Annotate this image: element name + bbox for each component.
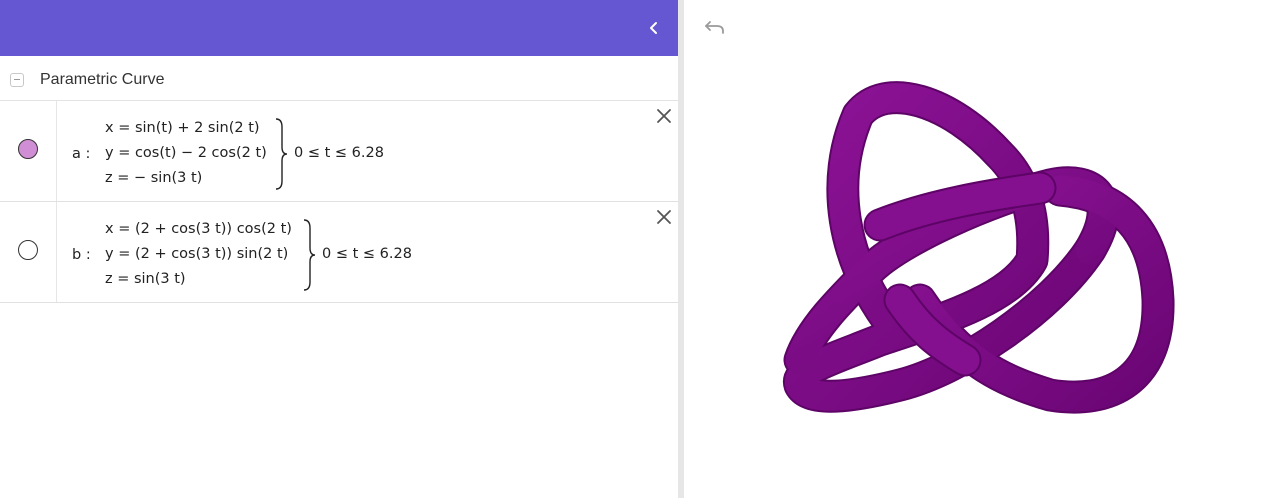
- chevron-left-icon[interactable]: [640, 14, 668, 42]
- algebra-item-b[interactable]: b : x = (2 + cos(3 t)) cos(2 t) y = (2 +…: [0, 202, 678, 303]
- x-equation[interactable]: x = (2 + cos(3 t)) cos(2 t): [105, 221, 292, 237]
- object-label: a :: [72, 146, 91, 162]
- trefoil-knot-curve[interactable]: [684, 0, 1280, 498]
- collapse-group-toggle[interactable]: [10, 73, 24, 87]
- parameter-range: 0 ≤ t ≤ 6.28: [322, 246, 412, 262]
- marble-cell: [0, 101, 57, 201]
- y-equation[interactable]: y = (2 + cos(3 t)) sin(2 t): [105, 246, 288, 262]
- visibility-toggle-marble[interactable]: [18, 240, 38, 260]
- group-title: Parametric Curve: [40, 71, 165, 88]
- marble-cell: [0, 202, 57, 302]
- visibility-toggle-marble[interactable]: [18, 139, 38, 159]
- y-equation[interactable]: y = cos(t) − 2 cos(2 t): [105, 145, 267, 161]
- parameter-range: 0 ≤ t ≤ 6.28: [294, 145, 384, 161]
- right-brace: [275, 118, 288, 190]
- algebra-header-bar: [0, 0, 678, 56]
- close-icon[interactable]: [655, 107, 673, 125]
- z-equation[interactable]: z = − sin(3 t): [105, 170, 202, 186]
- x-equation[interactable]: x = sin(t) + 2 sin(2 t): [105, 120, 260, 136]
- algebra-view: Parametric Curve a : x = sin(t) + 2 sin(…: [0, 0, 678, 498]
- close-icon[interactable]: [655, 208, 673, 226]
- group-header: Parametric Curve: [0, 56, 678, 101]
- z-equation[interactable]: z = sin(3 t): [105, 271, 186, 287]
- object-label: b :: [72, 247, 91, 263]
- algebra-item-a[interactable]: a : x = sin(t) + 2 sin(2 t) y = cos(t) −…: [0, 101, 678, 202]
- right-brace: [303, 219, 316, 291]
